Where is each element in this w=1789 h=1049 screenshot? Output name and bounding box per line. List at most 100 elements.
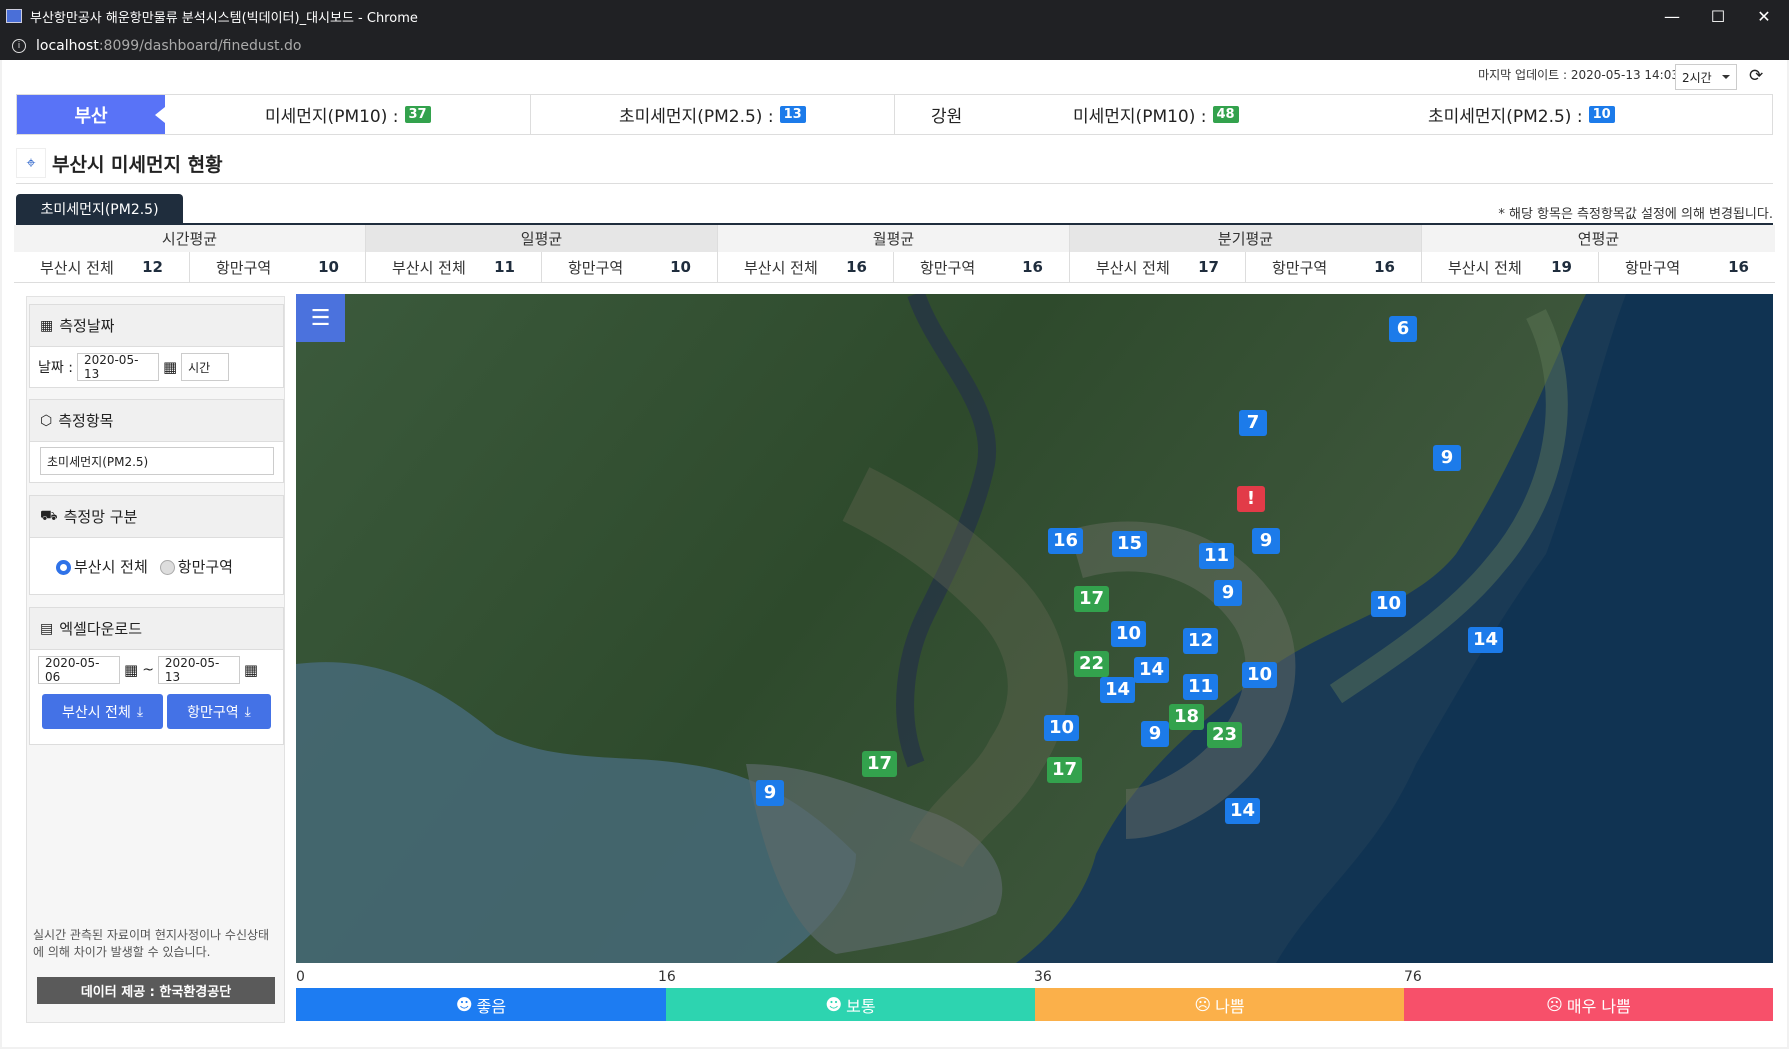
minimize-button[interactable]: —: [1649, 0, 1695, 32]
app-icon: [6, 9, 22, 23]
refresh-icon[interactable]: ⟳: [1749, 66, 1763, 86]
station-marker[interactable]: 10: [1371, 591, 1407, 617]
station-marker[interactable]: 14: [1225, 798, 1261, 824]
radio-label: 부산시 전체: [74, 558, 148, 576]
last-update: 마지막 업데이트 : 2020-05-13 14:03: [1478, 68, 1679, 82]
date-label: 날짜 :: [38, 360, 73, 376]
data-notice: 실시간 관측된 자료이며 현지사정이나 수신상태에 의해 차이가 발생할 수 있…: [33, 928, 270, 959]
station-marker[interactable]: 10: [1111, 621, 1147, 647]
close-button[interactable]: ✕: [1741, 0, 1787, 32]
download-icon: ⤓: [244, 703, 251, 720]
station-marker[interactable]: 17: [862, 751, 898, 777]
control-sidebar: ▦ 측정날짜 날짜 : 2020-05-13 ▦ 시간 ⬡ 측정항목 초미세먼지(P…: [26, 296, 285, 1023]
station-marker[interactable]: 11: [1183, 674, 1219, 700]
legend-normal: ☻ 보통: [666, 988, 1035, 1021]
from-date-input[interactable]: 2020-05-06: [38, 656, 120, 684]
truck-icon: ⛟: [40, 507, 58, 524]
busan-pm10-badge: 37: [404, 106, 431, 123]
station-marker[interactable]: 17: [1047, 757, 1083, 783]
station-marker[interactable]: 9: [1252, 528, 1280, 554]
cube-icon: ⬡: [40, 412, 53, 429]
legend-label: 보통: [846, 996, 876, 1016]
interval-select[interactable]: 2시간: [1675, 64, 1737, 90]
excel-panel: ▤ 엑셀다운로드 2020-05-06 ▦ ~ 2020-05-13 ▦ 부산시 …: [29, 607, 284, 745]
gangwon-pm10-label: 미세먼지(PM10) :: [1073, 107, 1207, 127]
avg-label: 부산시 전체: [392, 258, 466, 277]
average-table: 시간평균 부산시 전체 12 항만구역 10 일평균 부산시 전체 11 항만구역 10 월…: [14, 225, 1775, 283]
busan-pm10: 미세먼지(PM10) : 37: [265, 95, 431, 134]
avg-col: 연평균 부산시 전체 19 항만구역 16: [1421, 225, 1775, 283]
avg-value: 11: [494, 258, 515, 276]
station-marker[interactable]: 11: [1199, 543, 1235, 569]
legend-good: ☻ 좋음: [296, 988, 666, 1021]
station-marker[interactable]: 6: [1389, 316, 1417, 342]
avg-label: 부산시 전체: [40, 258, 114, 277]
hamburger-menu-icon[interactable]: ☰: [296, 294, 345, 342]
station-marker[interactable]: 10: [1044, 715, 1080, 741]
avg-header: 연평균: [1422, 225, 1775, 252]
address-bar[interactable]: i localhost:8099/dashboard/finedust.do: [0, 32, 1789, 60]
station-marker[interactable]: 15: [1112, 531, 1148, 557]
maximize-button[interactable]: ☐: [1695, 0, 1741, 32]
avg-col: 월평균 부산시 전체 16 항만구역 16: [717, 225, 1069, 283]
station-marker[interactable]: 22: [1074, 651, 1110, 677]
calendar-icon[interactable]: ▦: [163, 358, 177, 376]
data-source: 데이터 제공 : 한국환경공단: [37, 977, 275, 1004]
legend-very-bad: ☹ 매우 나쁨: [1404, 988, 1773, 1021]
divider: [16, 183, 1773, 184]
avg-label: 항만구역: [1625, 258, 1681, 277]
station-marker[interactable]: 9: [756, 780, 784, 806]
busan-pm25-badge: 13: [779, 106, 806, 123]
station-marker[interactable]: 14: [1134, 657, 1170, 683]
tab-pm25[interactable]: 초미세먼지(PM2.5): [16, 194, 183, 224]
hour-select[interactable]: 시간: [181, 353, 230, 381]
station-marker[interactable]: 16: [1048, 528, 1084, 554]
download-port-button[interactable]: 항만구역 ⤓: [167, 694, 271, 729]
network-panel: ⛟ 측정망 구분 부산시 전체 항만구역: [29, 495, 284, 595]
station-marker[interactable]: 14: [1468, 627, 1504, 653]
setting-note: * 해당 항목은 측정항목값 설정에 의해 변경됩니다.: [1498, 207, 1773, 222]
smile-icon: ☻: [455, 995, 473, 1014]
calendar-icon[interactable]: ▦: [124, 661, 138, 679]
window-title: 부산항만공사 해운항만물류 분석시스템(빅데이터)_대시보드 - Chrome: [30, 10, 418, 26]
avg-value: 16: [846, 258, 867, 276]
station-marker[interactable]: 12: [1183, 628, 1219, 654]
satellite-map[interactable]: 6 7 9! 16 15 11 9 9 17 10 10 12 14 22 14 14 11 10 18 10 9 23 1…: [296, 294, 1773, 963]
button-label: 항만구역: [187, 704, 239, 721]
avg-header: 일평균: [366, 225, 717, 252]
avg-value: 17: [1198, 258, 1219, 276]
station-marker[interactable]: 14: [1100, 677, 1136, 703]
station-marker[interactable]: 7: [1239, 410, 1267, 436]
calendar-icon[interactable]: ▦: [244, 661, 258, 679]
avg-col: 시간평균 부산시 전체 12 항만구역 10: [14, 225, 365, 283]
url-path: :8099/dashboard/finedust.do: [98, 38, 302, 54]
avg-value: 16: [1022, 258, 1043, 276]
region-tab-busan[interactable]: 부산: [17, 95, 165, 134]
station-marker[interactable]: 23: [1207, 722, 1243, 748]
radio-busan-all[interactable]: 부산시 전체: [56, 556, 148, 577]
avg-value: 12: [142, 258, 163, 276]
radio-port-area[interactable]: 항만구역: [159, 556, 233, 577]
to-date-input[interactable]: 2020-05-13: [157, 656, 240, 684]
station-marker[interactable]: 17: [1074, 586, 1110, 612]
region-name-gangwon[interactable]: 강원: [931, 95, 962, 134]
download-busan-button[interactable]: 부산시 전체 ⤓: [42, 694, 163, 729]
measure-item-input[interactable]: 초미세먼지(PM2.5): [40, 447, 274, 475]
avg-header: 시간평균: [14, 225, 365, 252]
avg-col: 분기평균 부산시 전체 17 항만구역 16: [1069, 225, 1421, 283]
station-marker[interactable]: !: [1237, 486, 1265, 512]
station-marker[interactable]: 9: [1141, 721, 1169, 747]
station-marker[interactable]: 9: [1214, 580, 1242, 606]
avg-value: 19: [1551, 258, 1572, 276]
station-marker[interactable]: 10: [1242, 662, 1278, 688]
date-input[interactable]: 2020-05-13: [76, 353, 159, 381]
neutral-face-icon: ☻: [825, 995, 843, 1014]
avg-col: 일평균 부산시 전체 11 항만구역 10: [365, 225, 717, 283]
avg-label: 항만구역: [1272, 258, 1328, 277]
station-marker[interactable]: 18: [1169, 704, 1205, 730]
info-icon[interactable]: i: [12, 39, 26, 53]
item-panel: ⬡ 측정항목 초미세먼지(PM2.5): [29, 399, 284, 483]
button-label: 부산시 전체: [61, 704, 131, 721]
legend-tick: 16: [658, 969, 676, 985]
station-marker[interactable]: 9: [1433, 445, 1461, 471]
